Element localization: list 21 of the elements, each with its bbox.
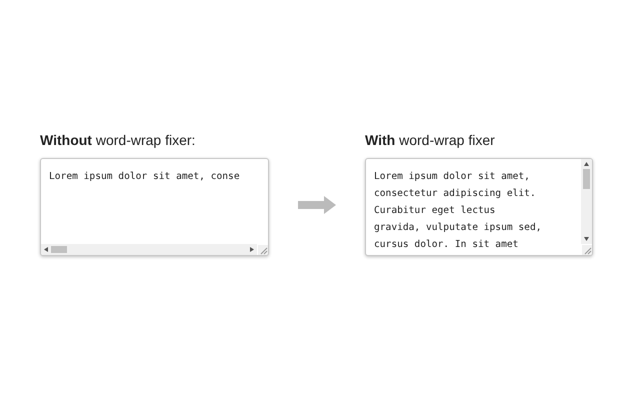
scroll-left-icon[interactable] [44, 247, 48, 252]
resize-grip-icon[interactable] [258, 245, 268, 255]
text-line: cursus dolor. In sit amet [374, 238, 520, 252]
scroll-up-icon[interactable] [584, 162, 589, 166]
right-arrow-icon [298, 196, 336, 214]
text-line: consectetur adipiscing elit. [374, 187, 537, 201]
text-line: Lorem ipsum dolor sit amet, conse [49, 170, 241, 184]
scrollbar-thumb[interactable] [51, 246, 67, 253]
text-line: Lorem ipsum dolor sit amet, [374, 170, 531, 184]
resize-grip-icon[interactable] [582, 245, 592, 255]
scroll-down-icon[interactable] [584, 237, 589, 241]
scroll-right-icon[interactable] [250, 247, 254, 252]
text-line: gravida, vulputate ipsum sed, [374, 221, 543, 235]
text-area[interactable]: Lorem ipsum dolor sit amet, consectetur adipiscing elit. Curabitur eget lectus gravida, vulputate ipsum sed, cursus dolor. In sit amet [365, 158, 593, 256]
scrollbar-thumb[interactable] [583, 169, 590, 189]
panel-title: With word-wrap fixer [365, 131, 496, 149]
horizontal-scrollbar[interactable] [41, 244, 257, 255]
panel-title: Without word-wrap fixer: [40, 131, 196, 149]
vertical-scrollbar[interactable] [581, 159, 592, 244]
text-area[interactable]: Lorem ipsum dolor sit amet, conse [40, 158, 269, 256]
text-line: Curabitur eget lectus [374, 204, 496, 218]
